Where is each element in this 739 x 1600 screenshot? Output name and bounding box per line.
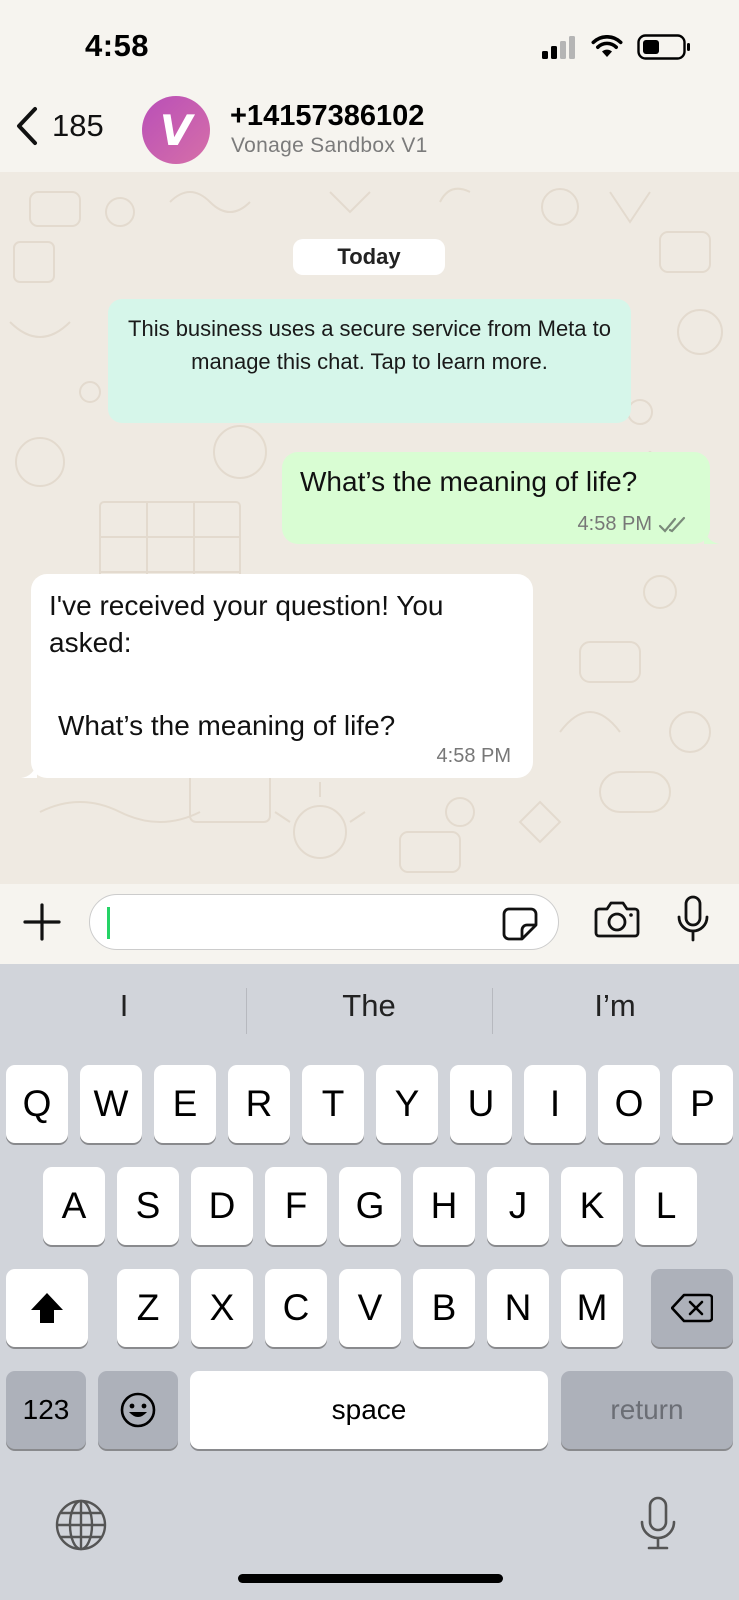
- message-input[interactable]: [89, 894, 559, 950]
- globe-icon[interactable]: [54, 1498, 108, 1552]
- dictation-icon[interactable]: [639, 1496, 677, 1552]
- suggestion-3[interactable]: I’m: [493, 988, 737, 1024]
- message-time: 4:58 PM: [436, 745, 511, 767]
- key-z[interactable]: Z: [117, 1269, 179, 1347]
- delete-icon: [671, 1293, 713, 1323]
- wifi-icon: [591, 35, 623, 57]
- status-icons: [541, 34, 691, 60]
- status-bar: 4:58: [0, 0, 739, 100]
- status-time: 4:58: [85, 28, 150, 63]
- mic-icon[interactable]: [676, 894, 710, 944]
- key-k[interactable]: K: [561, 1167, 623, 1245]
- key-m[interactable]: M: [561, 1269, 623, 1347]
- key-v[interactable]: V: [339, 1269, 401, 1347]
- predictive-bar: I The I’m: [0, 964, 739, 1058]
- emoji-icon: [120, 1392, 156, 1428]
- key-b[interactable]: B: [413, 1269, 475, 1347]
- key-j[interactable]: J: [487, 1167, 549, 1245]
- text-cursor: [107, 907, 110, 939]
- key-y[interactable]: Y: [376, 1065, 438, 1143]
- numbers-key[interactable]: 123: [6, 1371, 86, 1449]
- bubble-tail: [704, 526, 720, 544]
- message-time: 4:58 PM: [577, 513, 652, 535]
- chat-area[interactable]: Today This business uses a secure servic…: [0, 172, 739, 884]
- shift-icon: [31, 1293, 63, 1323]
- chat-header: 185 V +14157386102 Vonage Sandbox V1: [0, 88, 739, 170]
- message-quote: What’s the meaning of life?: [58, 710, 396, 741]
- delete-key[interactable]: [651, 1269, 733, 1347]
- key-h[interactable]: H: [413, 1167, 475, 1245]
- return-key[interactable]: return: [561, 1371, 733, 1449]
- key-w[interactable]: W: [80, 1065, 142, 1143]
- date-chip: Today: [293, 239, 445, 275]
- message-composer: [0, 884, 739, 964]
- incoming-message[interactable]: I've received your question! You asked: …: [21, 574, 533, 778]
- key-r[interactable]: R: [228, 1065, 290, 1143]
- suggestion-2[interactable]: The: [247, 988, 491, 1024]
- suggestion-1[interactable]: I: [2, 988, 246, 1024]
- key-x[interactable]: X: [191, 1269, 253, 1347]
- key-u[interactable]: U: [450, 1065, 512, 1143]
- shift-key[interactable]: [6, 1269, 88, 1347]
- outgoing-message[interactable]: What’s the meaning of life? 4:58 PM: [282, 452, 720, 544]
- key-s[interactable]: S: [117, 1167, 179, 1245]
- unread-count: 185: [52, 108, 104, 143]
- contact-subtitle: Vonage Sandbox V1: [231, 134, 428, 157]
- key-o[interactable]: O: [598, 1065, 660, 1143]
- encryption-notice[interactable]: This business uses a secure service from…: [108, 299, 631, 423]
- emoji-key[interactable]: [98, 1371, 178, 1449]
- key-g[interactable]: G: [339, 1167, 401, 1245]
- message-text: I've received your question! You asked:: [49, 590, 444, 658]
- key-a[interactable]: A: [43, 1167, 105, 1245]
- bubble-tail: [21, 760, 37, 778]
- key-q[interactable]: Q: [6, 1065, 68, 1143]
- key-c[interactable]: C: [265, 1269, 327, 1347]
- message-meta: 4:58 PM: [578, 513, 690, 536]
- key-i[interactable]: I: [524, 1065, 586, 1143]
- double-check-icon: [658, 516, 686, 533]
- battery-icon: [637, 34, 690, 60]
- contact-name[interactable]: +14157386102: [230, 100, 424, 133]
- key-e[interactable]: E: [154, 1065, 216, 1143]
- key-p[interactable]: P: [672, 1065, 733, 1143]
- back-button[interactable]: 185: [14, 106, 104, 146]
- home-indicator[interactable]: [238, 1574, 503, 1583]
- camera-icon[interactable]: [594, 900, 640, 938]
- keyboard: I The I’m Q W E R T Y U I O P A S D F G …: [0, 964, 739, 1600]
- message-text: What’s the meaning of life?: [300, 466, 638, 497]
- avatar[interactable]: V: [142, 96, 210, 164]
- key-n[interactable]: N: [487, 1269, 549, 1347]
- key-l[interactable]: L: [635, 1167, 697, 1245]
- avatar-letter: V: [159, 105, 193, 155]
- back-chevron-icon: [17, 107, 37, 145]
- key-f[interactable]: F: [265, 1167, 327, 1245]
- key-t[interactable]: T: [302, 1065, 364, 1143]
- sticker-icon[interactable]: [502, 907, 538, 941]
- space-key[interactable]: space: [190, 1371, 548, 1449]
- plus-icon[interactable]: [22, 902, 62, 942]
- key-d[interactable]: D: [191, 1167, 253, 1245]
- signal-icon: [542, 36, 575, 59]
